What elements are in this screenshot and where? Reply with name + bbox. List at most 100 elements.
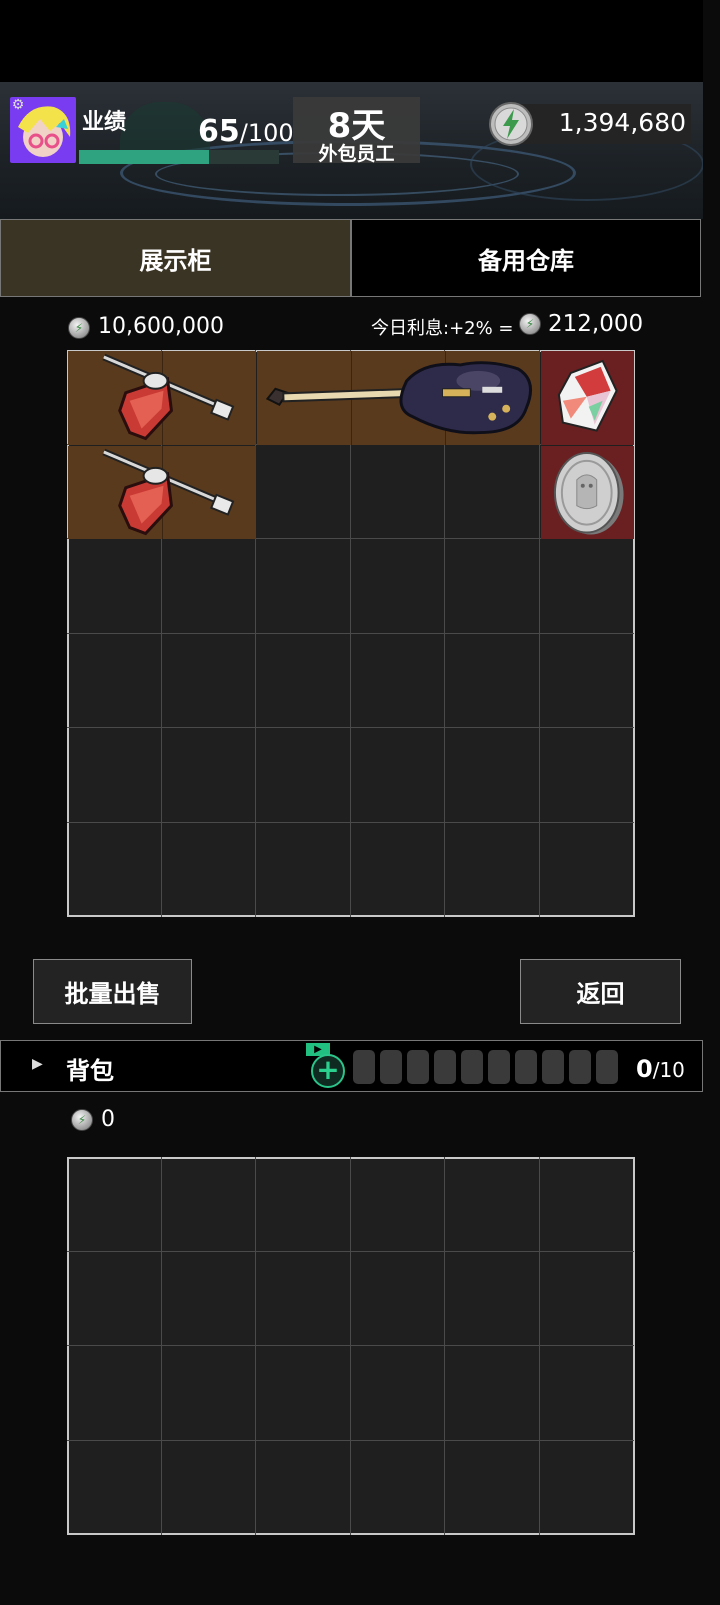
grid-cell[interactable]: [539, 728, 634, 823]
grid-cell[interactable]: [445, 444, 540, 539]
red-gem-pickaxe-item[interactable]: [68, 445, 256, 540]
grid-cell[interactable]: [67, 633, 162, 728]
locked-slot-icon: [353, 1050, 375, 1084]
guitar-icon: [257, 351, 540, 445]
performance-bar-fill: [79, 150, 209, 164]
grid-cell[interactable]: [539, 539, 634, 634]
grid-cell[interactable]: [161, 539, 256, 634]
grid-cell[interactable]: [67, 1251, 162, 1346]
lightning-coin-icon: [489, 102, 533, 146]
grid-cell[interactable]: [445, 1157, 540, 1252]
grid-cell[interactable]: [161, 1251, 256, 1346]
backpack-count-current: 0: [636, 1055, 653, 1083]
grid-cell[interactable]: [350, 1157, 445, 1252]
grid-cell[interactable]: [350, 444, 445, 539]
grid-cell[interactable]: [445, 1251, 540, 1346]
guitar-item[interactable]: [257, 351, 540, 445]
backpack-grid[interactable]: [67, 1157, 635, 1535]
grid-cell[interactable]: [256, 1440, 351, 1535]
grid-cell[interactable]: [256, 1346, 351, 1441]
locked-slot-icon: [542, 1050, 564, 1084]
performance-value: 65/100: [198, 114, 294, 149]
settings-gear-icon[interactable]: ⚙: [10, 97, 26, 113]
interest-label: 今日利息:+2% =: [371, 318, 514, 339]
grid-cell[interactable]: [256, 1251, 351, 1346]
grid-cell[interactable]: [162, 1440, 256, 1535]
money-amount: 1,394,680: [558, 108, 686, 137]
grid-cell[interactable]: [161, 1346, 256, 1441]
grid-cell[interactable]: [445, 539, 540, 634]
grid-cell[interactable]: [350, 728, 445, 823]
display-case-grid[interactable]: [67, 350, 635, 917]
job-title: 外包员工: [318, 143, 395, 165]
grid-cell[interactable]: [445, 633, 540, 728]
grid-cell[interactable]: [67, 1440, 162, 1535]
grid-cell[interactable]: [256, 822, 351, 917]
grid-cell[interactable]: [351, 822, 445, 917]
grid-cell[interactable]: [540, 823, 635, 918]
locked-slot-icon: [380, 1050, 402, 1084]
grid-cell[interactable]: [445, 1440, 540, 1535]
locked-slot-icon: [515, 1050, 537, 1084]
status-bar-area: [0, 0, 703, 82]
grid-cell[interactable]: [350, 1251, 445, 1346]
tab-backup-storage[interactable]: 备用仓库: [351, 219, 701, 297]
rainbow-crystal-item[interactable]: [540, 351, 635, 445]
backpack-count-max: /10: [652, 1058, 685, 1082]
grid-cell[interactable]: [539, 1346, 634, 1441]
grid-cell[interactable]: [540, 1441, 635, 1536]
locked-slot-icon: [461, 1050, 483, 1084]
tab-display-case[interactable]: 展示柜: [0, 219, 351, 297]
grid-cell[interactable]: [350, 539, 445, 634]
grid-cell[interactable]: [67, 822, 162, 917]
grid-cell[interactable]: [539, 1252, 634, 1346]
grid-cell[interactable]: [445, 822, 540, 917]
coin-icon: [519, 313, 541, 335]
locked-slot-icon: [569, 1050, 591, 1084]
grid-cell[interactable]: [161, 728, 256, 823]
locked-slot-icon: [434, 1050, 456, 1084]
locked-slot-icon: [488, 1050, 510, 1084]
performance-max: /100: [239, 119, 294, 147]
grid-cell[interactable]: [539, 634, 634, 728]
grid-cell[interactable]: [256, 728, 351, 823]
grid-cell[interactable]: [350, 1346, 445, 1441]
expand-arrow-icon[interactable]: ▶: [32, 1056, 43, 1072]
red-gem-pickaxe-icon: [68, 351, 256, 445]
batch-sell-button[interactable]: 批量出售: [33, 959, 192, 1024]
performance-current: 65: [198, 114, 240, 149]
grid-cell[interactable]: [162, 822, 256, 917]
silver-coin-icon: [541, 446, 635, 540]
coin-icon: [68, 317, 90, 339]
backpack-label: 背包: [66, 1057, 114, 1085]
red-gem-pickaxe-item[interactable]: [68, 351, 256, 445]
add-slot-button[interactable]: +: [311, 1054, 345, 1088]
backpack-count: 0/10: [636, 1055, 685, 1083]
grid-cell[interactable]: [256, 633, 351, 728]
red-gem-pickaxe-icon: [68, 446, 256, 540]
grid-cell[interactable]: [256, 444, 351, 539]
grid-cell[interactable]: [256, 1157, 351, 1252]
locked-slot-icon: [596, 1050, 618, 1084]
backpack-value: 0: [101, 1107, 115, 1132]
grid-cell[interactable]: [67, 1157, 162, 1252]
display-total-value: 10,600,000: [98, 314, 224, 339]
performance-label: 业绩: [82, 110, 127, 135]
interest-value: 212,000: [548, 311, 644, 337]
grid-cell[interactable]: [351, 1440, 445, 1535]
grid-cell[interactable]: [539, 1157, 634, 1252]
coin-icon: [71, 1109, 93, 1131]
grid-cell[interactable]: [445, 1346, 540, 1441]
grid-cell[interactable]: [67, 728, 162, 823]
grid-cell[interactable]: [445, 728, 540, 823]
rainbow-crystal-icon: [541, 351, 635, 445]
locked-slot-icon: [407, 1050, 429, 1084]
grid-cell[interactable]: [256, 539, 351, 634]
grid-cell[interactable]: [67, 1346, 162, 1441]
grid-cell[interactable]: [161, 1157, 256, 1252]
grid-cell[interactable]: [67, 539, 162, 634]
grid-cell[interactable]: [350, 633, 445, 728]
grid-cell[interactable]: [161, 633, 256, 728]
silver-coin-item[interactable]: [540, 445, 635, 540]
back-button[interactable]: 返回: [520, 959, 681, 1024]
